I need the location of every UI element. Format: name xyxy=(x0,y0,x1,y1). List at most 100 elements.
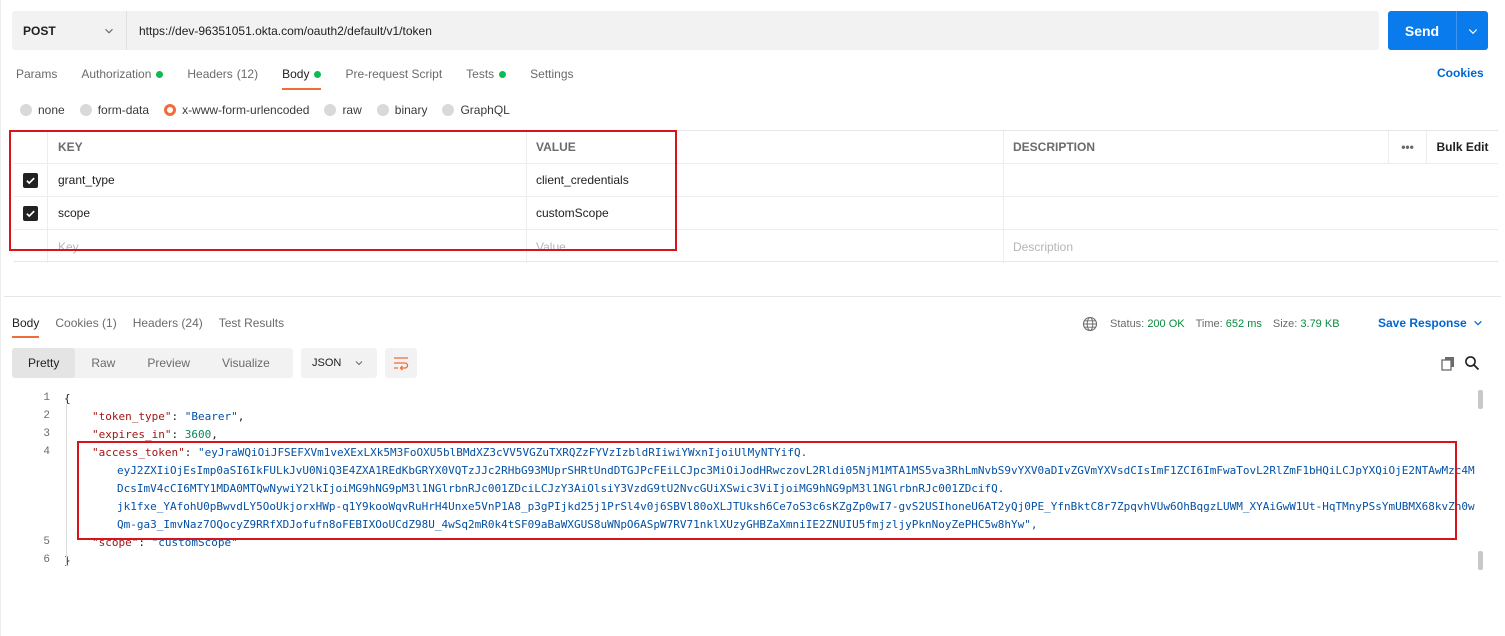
line-number: 3 xyxy=(43,428,50,440)
time-value: 652 ms xyxy=(1225,318,1262,330)
row-check-cell xyxy=(14,197,48,229)
tab-params[interactable]: Params xyxy=(16,66,57,82)
wrap-lines-button[interactable] xyxy=(385,348,417,378)
globe-icon[interactable] xyxy=(1082,316,1098,332)
json-string: "eyJraWQiOiJFSEFXVm1veXExLXk5M3FoOXU5blB… xyxy=(197,446,808,459)
status-value: 200 OK xyxy=(1147,318,1185,330)
line-number: 6 xyxy=(43,554,50,566)
tab-tests[interactable]: Tests xyxy=(466,66,507,82)
radio-x-www-form-urlencoded[interactable]: x-www-form-urlencoded xyxy=(164,103,309,117)
new-key-input[interactable]: Key xyxy=(48,230,527,263)
copy-icon[interactable] xyxy=(1440,355,1456,371)
json-open-brace: { xyxy=(64,392,71,405)
view-mode-bar: Pretty Raw Preview Visualize xyxy=(12,348,293,378)
json-number: 3600 xyxy=(184,428,212,441)
pane-divider[interactable] xyxy=(4,296,1501,297)
json-close-brace: } xyxy=(64,554,71,567)
radio-raw[interactable]: raw xyxy=(324,103,362,117)
json-line-expires-in: "expires_in": 3600, xyxy=(92,428,218,441)
chevron-down-icon xyxy=(355,361,363,366)
tab-pre-request-script[interactable]: Pre-request Script xyxy=(345,66,442,82)
row-checkbox[interactable] xyxy=(23,172,38,188)
bulk-edit-button[interactable]: Bulk Edit xyxy=(1426,131,1498,163)
tab-headers[interactable]: Headers (12) xyxy=(187,66,258,82)
tab-label: Settings xyxy=(530,67,574,81)
param-key[interactable]: grant_type xyxy=(48,164,527,196)
indent-guide xyxy=(66,404,67,566)
scrollbar-thumb[interactable] xyxy=(1478,390,1483,409)
more-options-button[interactable]: ••• xyxy=(1388,131,1426,163)
row-check-cell xyxy=(14,164,48,196)
cookies-link[interactable]: Cookies xyxy=(1437,66,1484,80)
save-response-button[interactable]: Save Response xyxy=(1378,316,1483,330)
method-select[interactable]: POST xyxy=(12,11,127,50)
radio-circle-icon xyxy=(324,104,337,116)
tab-settings[interactable]: Settings xyxy=(530,66,573,82)
request-bar: POST https://dev-96351051.okta.com/oauth… xyxy=(12,11,1379,50)
radio-form-data[interactable]: form-data xyxy=(79,103,150,117)
view-mode-visualize[interactable]: Visualize xyxy=(206,348,286,378)
method-label: POST xyxy=(23,23,56,38)
wrap-lines-icon xyxy=(394,357,409,371)
radio-label: raw xyxy=(342,103,362,117)
view-mode-preview[interactable]: Preview xyxy=(131,348,206,378)
size-value: 3.79 KB xyxy=(1300,318,1340,330)
radio-label: x-www-form-urlencoded xyxy=(182,103,310,117)
table-row: scope customScope xyxy=(14,197,1498,230)
format-label: JSON xyxy=(312,357,342,369)
radio-circle-icon xyxy=(79,104,92,116)
radio-circle-icon xyxy=(376,104,389,116)
new-description-input[interactable]: Description xyxy=(1004,230,1498,263)
description-column-header: DESCRIPTION xyxy=(1013,140,1096,154)
scrollbar-thumb[interactable] xyxy=(1478,551,1483,570)
radio-graphql[interactable]: GraphQL xyxy=(442,103,510,117)
request-tabs: Params Authorization Headers (12) Body Pre-re… xyxy=(16,66,598,90)
response-tab-headers-24[interactable]: Headers (24) xyxy=(133,316,203,330)
send-options-button[interactable] xyxy=(1456,11,1488,50)
tab-label: Body xyxy=(282,67,310,81)
radio-circle-icon xyxy=(164,104,177,116)
radio-label: GraphQL xyxy=(460,103,510,117)
json-line-token-type: "token_type": "Bearer", xyxy=(92,410,245,423)
body-type-radios: none form-data x-www-form-urlencoded raw bin… xyxy=(20,103,525,117)
status-item: Status: 200 OK xyxy=(1110,318,1185,330)
size-label: Size: xyxy=(1272,318,1298,330)
param-description[interactable] xyxy=(1004,197,1498,229)
access-token-segment: Qm-ga3_ImvNaz7OQocyZ9RRfXDJofufn8oFEBIXO… xyxy=(117,518,1038,531)
row-checkbox[interactable] xyxy=(23,205,38,221)
search-icon[interactable] xyxy=(1464,355,1480,371)
size-item: Size: 3.79 KB xyxy=(1273,318,1340,330)
radio-label: form-data xyxy=(97,103,150,117)
tab-authorization[interactable]: Authorization xyxy=(81,66,164,82)
time-item: Time: 652 ms xyxy=(1196,318,1262,330)
response-tab-cookies-1[interactable]: Cookies (1) xyxy=(55,316,116,330)
param-value[interactable]: client_credentials xyxy=(527,164,1004,196)
response-tab-test-results[interactable]: Test Results xyxy=(219,316,284,330)
line-number: 5 xyxy=(43,536,50,548)
check-icon xyxy=(26,210,35,217)
view-mode-raw[interactable]: Raw xyxy=(75,348,131,378)
param-key[interactable]: scope xyxy=(48,197,527,229)
tab-count: (12) xyxy=(236,67,259,81)
key-column-header: KEY xyxy=(48,131,527,163)
response-tab-body[interactable]: Body xyxy=(12,316,40,338)
radio-circle-icon xyxy=(20,104,32,116)
tab-body[interactable]: Body xyxy=(282,66,322,90)
chevron-down-icon xyxy=(105,28,113,34)
status-label: Status: xyxy=(1110,318,1145,330)
tab-label: Params xyxy=(16,67,58,81)
json-string: "Bearer" xyxy=(184,410,238,423)
radio-binary[interactable]: binary xyxy=(376,103,427,117)
new-value-input[interactable]: Value xyxy=(527,230,1004,263)
radio-label: none xyxy=(38,103,65,117)
send-button-group: Send xyxy=(1388,11,1488,50)
url-input[interactable]: https://dev-96351051.okta.com/oauth2/def… xyxy=(127,24,432,38)
radio-none[interactable]: none xyxy=(20,103,65,117)
param-description[interactable] xyxy=(1004,164,1498,196)
format-select[interactable]: JSON xyxy=(301,348,377,378)
param-value[interactable]: customScope xyxy=(527,197,1004,229)
status-dot-icon xyxy=(156,70,164,78)
params-table: KEY VALUE DESCRIPTION ••• Bulk Edit gran… xyxy=(14,130,1498,263)
view-mode-pretty[interactable]: Pretty xyxy=(12,348,76,378)
send-button[interactable]: Send xyxy=(1388,11,1456,50)
